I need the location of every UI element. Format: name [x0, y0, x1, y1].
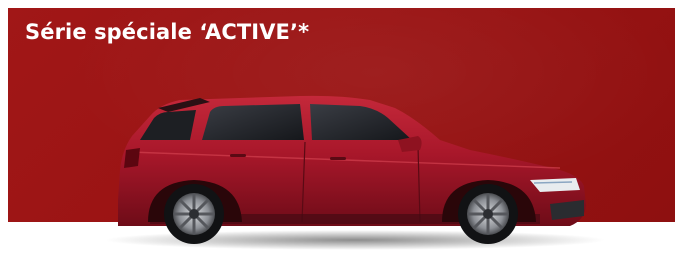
banner-title: Série spéciale ‘ACTIVE’*	[25, 20, 310, 44]
promo-banner[interactable]: Série spéciale ‘ACTIVE’*	[0, 0, 683, 256]
